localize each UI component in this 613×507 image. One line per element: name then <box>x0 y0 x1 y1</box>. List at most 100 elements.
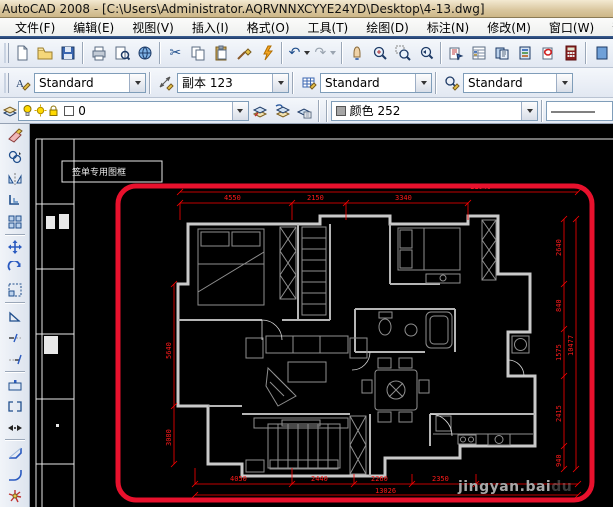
text-style-icon[interactable]: A <box>11 71 34 94</box>
toolbar-separator <box>585 42 587 64</box>
menu-dimension[interactable]: 标注(N) <box>418 18 478 37</box>
frame-label-box: 签单专用图框 <box>62 161 162 182</box>
redo-icon: ↷ <box>314 46 326 60</box>
chamfer-button[interactable] <box>3 442 27 464</box>
offset-button[interactable] <box>3 190 27 212</box>
redo-button[interactable]: ↷ <box>312 43 329 64</box>
toolbar-grip[interactable] <box>4 43 9 63</box>
dropdown-arrow-icon[interactable] <box>232 102 248 120</box>
menu-modify[interactable]: 修改(M) <box>478 18 540 37</box>
layer-select[interactable]: 0 <box>18 101 248 121</box>
quickcalc-button[interactable] <box>559 42 582 65</box>
undo-dropdown[interactable] <box>303 43 312 64</box>
styles-toolbar: A Standard 副本 123 Standard Standard <box>0 68 613 98</box>
scale-button[interactable] <box>3 280 27 302</box>
array-button[interactable] <box>3 211 27 233</box>
menu-view[interactable]: 视图(V) <box>123 18 183 37</box>
color-select[interactable]: 颜色 252 <box>331 101 539 121</box>
dropdown-arrow-icon[interactable] <box>415 74 431 92</box>
designcenter-button[interactable] <box>491 42 514 65</box>
mleader-style-value: Standard <box>464 76 556 90</box>
paste-button[interactable] <box>210 42 233 65</box>
layer-freeze-sun-icon[interactable] <box>34 104 47 117</box>
copy-button[interactable] <box>187 42 210 65</box>
layer-manager-button[interactable] <box>2 100 18 121</box>
menu-help[interactable]: 帮助(H) <box>603 18 613 37</box>
copy-object-button[interactable] <box>3 147 27 169</box>
dim-style-value: 副本 123 <box>178 74 272 91</box>
dim-style-select[interactable]: 副本 123 <box>177 73 289 93</box>
sheetset-manager-button[interactable] <box>445 42 468 65</box>
mleader-style-icon[interactable] <box>440 71 463 94</box>
move-button[interactable] <box>3 237 27 259</box>
dropdown-arrow-icon[interactable] <box>521 102 537 120</box>
plot-preview-button[interactable] <box>110 42 133 65</box>
zoom-window-button[interactable] <box>391 42 414 65</box>
help-button[interactable] <box>590 42 613 65</box>
explode-button[interactable] <box>3 486 27 507</box>
layer-states-button[interactable] <box>293 99 315 122</box>
stretch-button[interactable] <box>3 305 27 327</box>
publish-button[interactable] <box>133 42 156 65</box>
modify-toolbar <box>0 124 30 507</box>
toolbar-separator <box>292 72 294 94</box>
join-button[interactable] <box>3 417 27 439</box>
menu-insert[interactable]: 插入(I) <box>183 18 238 37</box>
cut-button[interactable]: ✂ <box>164 42 187 65</box>
match-properties-button[interactable] <box>232 42 255 65</box>
layer-previous-button[interactable] <box>271 99 293 122</box>
plot-button[interactable] <box>87 42 110 65</box>
drawing-canvas[interactable]: 签单专用图框 <box>30 124 613 507</box>
menu-window[interactable]: 窗口(W) <box>540 18 603 37</box>
trim-button[interactable] <box>3 327 27 349</box>
dropdown-arrow-icon[interactable] <box>556 74 572 92</box>
menu-draw[interactable]: 绘图(D) <box>357 18 418 37</box>
new-button[interactable] <box>11 42 34 65</box>
text-style-select[interactable]: Standard <box>34 73 146 93</box>
toolbar-separator <box>281 42 283 64</box>
tool-palettes-button[interactable] <box>513 42 536 65</box>
layer-lock-icon[interactable] <box>48 104 59 117</box>
mleader-style-select[interactable]: Standard <box>463 73 573 93</box>
zoom-realtime-button[interactable] <box>369 42 392 65</box>
frame-label: 签单专用图框 <box>72 166 126 178</box>
fillet-button[interactable] <box>3 464 27 486</box>
break-at-point-button[interactable] <box>3 374 27 396</box>
make-layer-current-button[interactable] <box>249 99 271 122</box>
dropdown-arrow-icon[interactable] <box>272 74 288 92</box>
toolbar-separator <box>541 100 543 122</box>
pan-button[interactable] <box>346 42 369 65</box>
markup-manager-button[interactable] <box>536 42 559 65</box>
dropdown-arrow-icon[interactable] <box>129 74 145 92</box>
save-button[interactable] <box>57 42 80 65</box>
extend-button[interactable] <box>3 348 27 370</box>
toolbar-separator <box>5 371 25 373</box>
zoom-previous-button[interactable] <box>414 42 437 65</box>
layer-color-swatch[interactable] <box>64 106 74 116</box>
layer-on-bulb-icon[interactable] <box>22 104 33 117</box>
dim-top-1: 4550 <box>224 194 241 202</box>
undo-icon: ↶ <box>289 46 301 60</box>
table-style-icon[interactable] <box>297 71 320 94</box>
break-button[interactable] <box>3 395 27 417</box>
table-style-select[interactable]: Standard <box>320 73 432 93</box>
erase-button[interactable] <box>3 125 27 147</box>
menu-edit[interactable]: 编辑(E) <box>64 18 123 37</box>
block-editor-button[interactable] <box>255 42 278 65</box>
open-button[interactable] <box>34 42 57 65</box>
menu-file[interactable]: 文件(F) <box>6 18 64 37</box>
color-swatch <box>336 106 346 116</box>
menu-bar: 文件(F) 编辑(E) 视图(V) 插入(I) 格式(O) 工具(T) 绘图(D… <box>0 18 613 36</box>
undo-button[interactable]: ↶ <box>286 43 303 64</box>
redo-dropdown[interactable] <box>329 43 338 64</box>
mirror-button[interactable] <box>3 168 27 190</box>
menu-tools[interactable]: 工具(T) <box>299 18 358 37</box>
rotate-button[interactable] <box>3 258 27 280</box>
toolbar-grip[interactable] <box>4 73 9 93</box>
linetype-select[interactable] <box>546 101 613 121</box>
dim-bottom-3: 2260 <box>371 475 388 483</box>
properties-button[interactable] <box>468 42 491 65</box>
dim-style-icon[interactable] <box>154 71 177 94</box>
dining-set <box>362 358 429 422</box>
menu-format[interactable]: 格式(O) <box>238 18 299 37</box>
